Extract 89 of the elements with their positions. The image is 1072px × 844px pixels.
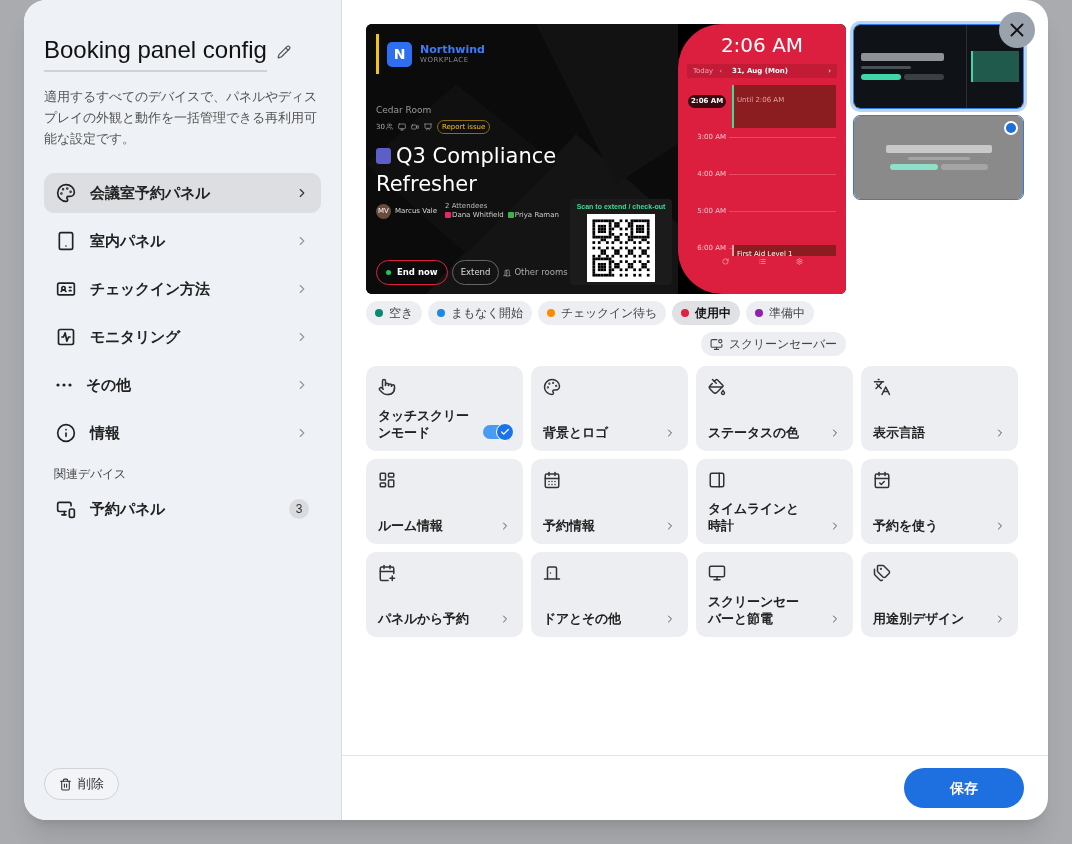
placeholder-bar: [861, 74, 901, 80]
qr-code-icon: [587, 213, 655, 282]
check-icon: [500, 427, 510, 437]
tablet-icon: [56, 231, 76, 251]
sidebar-item[interactable]: 会議室予約パネル: [44, 173, 321, 213]
settings-tile[interactable]: タイムラインと時計: [696, 459, 853, 544]
sidebar-item[interactable]: モニタリング: [44, 317, 321, 357]
status-chip[interactable]: チェックイン待ち: [538, 301, 666, 325]
door-icon: [543, 564, 561, 582]
config-title: Booking panel config: [44, 32, 267, 72]
more-icon: [56, 383, 72, 387]
translate-icon: [873, 378, 891, 396]
tile-label: 背景とロゴ: [543, 424, 610, 441]
tile-label: 用途別デザイン: [873, 610, 965, 627]
placeholder-block: [971, 51, 1019, 82]
settings-tile[interactable]: ルーム情報: [366, 459, 523, 544]
device-item[interactable]: 予約パネル 3: [44, 489, 321, 529]
trash-icon: [59, 777, 72, 791]
status-chip[interactable]: 使用中: [672, 301, 740, 325]
info-icon: [56, 423, 76, 443]
timeline-icon: [708, 471, 726, 489]
monitor-icon: [708, 564, 726, 582]
pencil-icon[interactable]: [276, 45, 291, 59]
id-card-icon: [56, 279, 76, 299]
screensaver-chip[interactable]: スクリーンセーバー: [701, 332, 846, 356]
sidebar-item[interactable]: その他: [44, 365, 321, 405]
tile-label: ステータスの色: [708, 424, 800, 441]
other-rooms-button[interactable]: Other rooms: [503, 266, 568, 279]
tile-label: ドアとその他: [543, 610, 622, 627]
room-name: Cedar Room: [376, 104, 433, 117]
devices-icon: [56, 499, 76, 519]
status-chip[interactable]: 空き: [366, 301, 422, 325]
settings-tile[interactable]: 予約情報: [531, 459, 688, 544]
placeholder-bar: [904, 74, 944, 80]
layout-thumbnail[interactable]: [853, 24, 1024, 109]
placeholder-bar: [889, 164, 938, 170]
touch-icon: [378, 378, 396, 396]
calendar-icon: [543, 471, 561, 489]
delete-button[interactable]: 削除: [44, 768, 119, 800]
palette-icon: [543, 378, 561, 396]
calendar-check-icon: [873, 471, 891, 489]
tile-label: 予約情報: [543, 517, 596, 534]
placeholder-bar: [861, 66, 911, 69]
tile-label: タイムラインと時計: [708, 500, 800, 534]
pulse-icon: [56, 327, 76, 347]
board-icon: [423, 122, 432, 131]
settings-tile[interactable]: パネルから予約: [366, 552, 523, 637]
floor-plan-icon: [378, 471, 396, 489]
tags-icon: [873, 564, 891, 582]
settings-tile[interactable]: タッチスクリーンモード: [366, 366, 523, 451]
brand-name: Northwind: [420, 44, 485, 56]
sidebar-item[interactable]: 情報: [44, 413, 321, 453]
calendar-plus-icon: [378, 564, 396, 582]
tile-label: 表示言語: [873, 424, 926, 441]
tile-label: パネルから予約: [378, 610, 470, 627]
monitor-icon: [710, 337, 723, 351]
tile-label: スクリーンセーバーと節電: [708, 593, 800, 627]
status-chip[interactable]: まもなく開始: [428, 301, 532, 325]
placeholder-bar: [940, 164, 988, 170]
status-chip[interactable]: 準備中: [746, 301, 814, 325]
people-icon: [385, 123, 393, 131]
settings-tile[interactable]: スクリーンセーバーと節電: [696, 552, 853, 637]
display-icon: [397, 122, 406, 131]
save-button[interactable]: 保存: [904, 768, 1024, 808]
settings-tile[interactable]: ドアとその他: [531, 552, 688, 637]
accent-bar: [376, 34, 379, 74]
tile-label: ルーム情報: [378, 517, 444, 534]
layout-thumbnail[interactable]: [853, 115, 1024, 200]
palette-icon: [56, 183, 76, 203]
tile-label: タッチスクリーンモード: [378, 407, 470, 441]
toggle-switch[interactable]: [483, 425, 511, 439]
meeting-title: Q3 Compliance Refresher: [376, 143, 558, 198]
count-badge: 3: [289, 499, 309, 519]
config-description: 適用するすべてのデバイスで、パネルやディスプレイの外観と動作を一括管理できる再利用可能な設定です。: [44, 88, 318, 148]
sidebar-item[interactable]: 室内パネル: [44, 221, 321, 261]
settings-tile[interactable]: 用途別デザイン: [861, 552, 1018, 637]
logo-icon: N: [387, 41, 412, 67]
door-icon: [503, 268, 512, 277]
settings-tile[interactable]: 表示言語: [861, 366, 1018, 451]
camera-icon: [410, 122, 419, 131]
sidebar-item[interactable]: チェックイン方法: [44, 269, 321, 309]
settings-tile[interactable]: ステータスの色: [696, 366, 853, 451]
tile-label: 予約を使う: [873, 517, 939, 534]
settings-tile[interactable]: 予約を使う: [861, 459, 1018, 544]
settings-tile[interactable]: 背景とロゴ: [531, 366, 688, 451]
section-label: 関連デバイス: [54, 466, 127, 483]
paint-bucket-icon: [708, 378, 726, 396]
clock-text: 2:06 AM: [720, 32, 804, 58]
teams-icon: [376, 148, 391, 164]
